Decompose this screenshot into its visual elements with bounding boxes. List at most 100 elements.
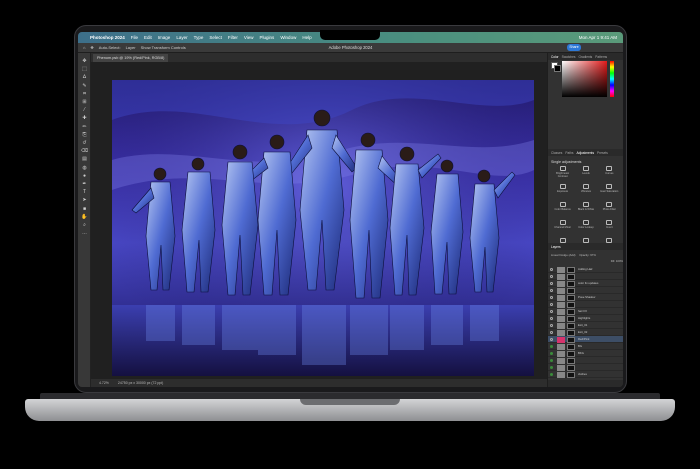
adjustment-item[interactable]: Black & White (575, 202, 596, 218)
eye-icon[interactable] (550, 324, 553, 327)
fill-field[interactable]: Fill: 100% (611, 259, 623, 263)
adjustment-item[interactable]: Hue/ Saturation (599, 184, 620, 200)
layer-row[interactable]: color fix updates (548, 280, 623, 287)
tab-layers[interactable]: Layers (551, 245, 561, 249)
marquee-icon[interactable]: ⬚ (81, 67, 88, 72)
eye-icon[interactable] (550, 366, 553, 369)
move-icon[interactable]: ✥ (81, 59, 88, 64)
tab-patterns[interactable]: Patterns (595, 55, 607, 59)
auto-select-checkbox[interactable]: Auto-Select: (99, 45, 121, 50)
crop-icon[interactable]: ⌗ (81, 91, 88, 97)
menu-filter[interactable]: Filter (228, 35, 238, 40)
layer-row[interactable]: BG (548, 343, 623, 350)
adjustment-item[interactable]: Levels (575, 166, 596, 182)
menu-layer[interactable]: Layer (176, 35, 187, 40)
healing-icon[interactable]: ✚ (81, 116, 88, 121)
layer-row[interactable] (548, 287, 623, 294)
menu-view[interactable]: View (244, 35, 254, 40)
eye-icon[interactable] (550, 331, 553, 334)
eye-icon[interactable] (550, 275, 553, 278)
layer-row[interactable]: Pose Shadow (548, 294, 623, 301)
blend-mode-select[interactable]: Linear Dodge (Add) (551, 253, 575, 257)
layer-row[interactable]: clothes (548, 371, 623, 378)
adjustment-item[interactable]: Photo Filter (599, 202, 620, 218)
layer-row[interactable]: Adding Hair (548, 266, 623, 273)
layer-row[interactable] (548, 273, 623, 280)
eye-icon[interactable] (550, 373, 553, 376)
hue-slider[interactable] (610, 61, 614, 97)
dodge-icon[interactable]: ● (81, 173, 88, 179)
eye-icon[interactable] (550, 310, 553, 313)
layer-row[interactable]: Exit_01 (548, 322, 623, 329)
menu-file[interactable]: File (131, 35, 138, 40)
eye-icon[interactable] (550, 296, 553, 299)
eye-icon[interactable] (550, 282, 553, 285)
gradient-icon[interactable]: ▤ (81, 157, 88, 162)
adjustment-item[interactable]: Vibrance (575, 184, 596, 200)
tab-adjustments[interactable]: Adjustments (577, 151, 595, 155)
lasso-icon[interactable]: ᐃ (81, 75, 88, 80)
layer-row[interactable]: Highlights (548, 315, 623, 322)
pen-icon[interactable]: ✒ (81, 182, 88, 187)
eyedropper-icon[interactable]: ⁄ (81, 108, 88, 113)
zoom-icon[interactable]: ⌕ (81, 223, 88, 228)
tab-classes[interactable]: Classes (551, 151, 562, 155)
type-icon[interactable]: T (81, 190, 88, 195)
background-color[interactable] (554, 65, 561, 72)
eraser-icon[interactable]: ⌫ (81, 149, 88, 154)
brush-icon[interactable]: ✏ (81, 124, 88, 130)
eye-icon[interactable] (550, 268, 553, 271)
path-select-icon[interactable]: ➤ (81, 198, 88, 203)
layer-row[interactable]: Exit_02 (548, 329, 623, 336)
clone-stamp-icon[interactable]: ⎘ (81, 132, 88, 138)
canvas-image[interactable] (112, 80, 534, 376)
menu-help[interactable]: Help (302, 35, 311, 40)
menu-image[interactable]: Image (158, 35, 171, 40)
eye-icon[interactable] (550, 359, 553, 362)
eye-icon[interactable] (550, 338, 553, 341)
eye-icon[interactable] (550, 317, 553, 320)
tab-swatches[interactable]: Swatches (562, 55, 576, 59)
history-brush-icon[interactable]: ↺ (81, 141, 88, 146)
adjustments-header[interactable]: Single adjustments (551, 160, 581, 164)
zoom-level[interactable]: 4.72% (99, 381, 109, 385)
tab-gradients[interactable]: Gradients (578, 55, 592, 59)
adjustment-item[interactable]: Channel Mixer (552, 220, 573, 236)
color-picker-field[interactable] (562, 61, 607, 97)
eye-icon[interactable] (550, 303, 553, 306)
opacity-field[interactable]: Opacity: 97% (579, 253, 596, 257)
hand-icon[interactable]: ✋ (81, 214, 88, 220)
adjustment-item[interactable]: Color Balance (552, 202, 573, 218)
adjustment-item[interactable]: Curves (599, 166, 620, 182)
layer-row[interactable] (548, 301, 623, 308)
layer-row[interactable]: Red/Pink (548, 336, 623, 343)
menu-window[interactable]: Window (280, 35, 296, 40)
eye-icon[interactable] (550, 289, 553, 292)
adjustment-item[interactable]: Exposure (552, 184, 573, 200)
adjustment-item[interactable]: Invert (599, 220, 620, 236)
adjustment-item[interactable]: Brightness/ Contrast (552, 166, 573, 182)
layer-row[interactable] (548, 364, 623, 371)
home-icon[interactable]: ⌂ (83, 45, 85, 50)
menu-type[interactable]: Type (194, 35, 204, 40)
share-button[interactable]: Share (567, 44, 581, 51)
eye-icon[interactable] (550, 352, 553, 355)
menu-app[interactable]: Photoshop 2024 (90, 35, 125, 40)
shape-icon[interactable]: ■ (81, 206, 88, 212)
layer-row[interactable] (548, 357, 623, 364)
blur-icon[interactable]: ◍ (81, 165, 88, 171)
quick-select-icon[interactable]: ✎ (81, 83, 88, 89)
tab-color[interactable]: Color (551, 55, 559, 59)
layer-row[interactable]: hair FX (548, 308, 623, 315)
document-tab[interactable]: Phenom.psb @ 19% (Red/Pink, RGB/8) (93, 54, 169, 62)
tab-paths[interactable]: Paths (565, 151, 573, 155)
more-icon[interactable]: … (81, 231, 88, 236)
canvas-area[interactable] (91, 62, 547, 380)
show-transform-checkbox[interactable]: Show Transform Controls (141, 45, 186, 50)
menu-select[interactable]: Select (209, 35, 222, 40)
menu-edit[interactable]: Edit (144, 35, 152, 40)
adjustment-item[interactable]: Color Lookup (575, 220, 596, 236)
layer-select[interactable]: Layer (126, 45, 136, 50)
layer-row[interactable]: BKG (548, 350, 623, 357)
move-tool-icon[interactable]: ✥ (90, 45, 93, 50)
